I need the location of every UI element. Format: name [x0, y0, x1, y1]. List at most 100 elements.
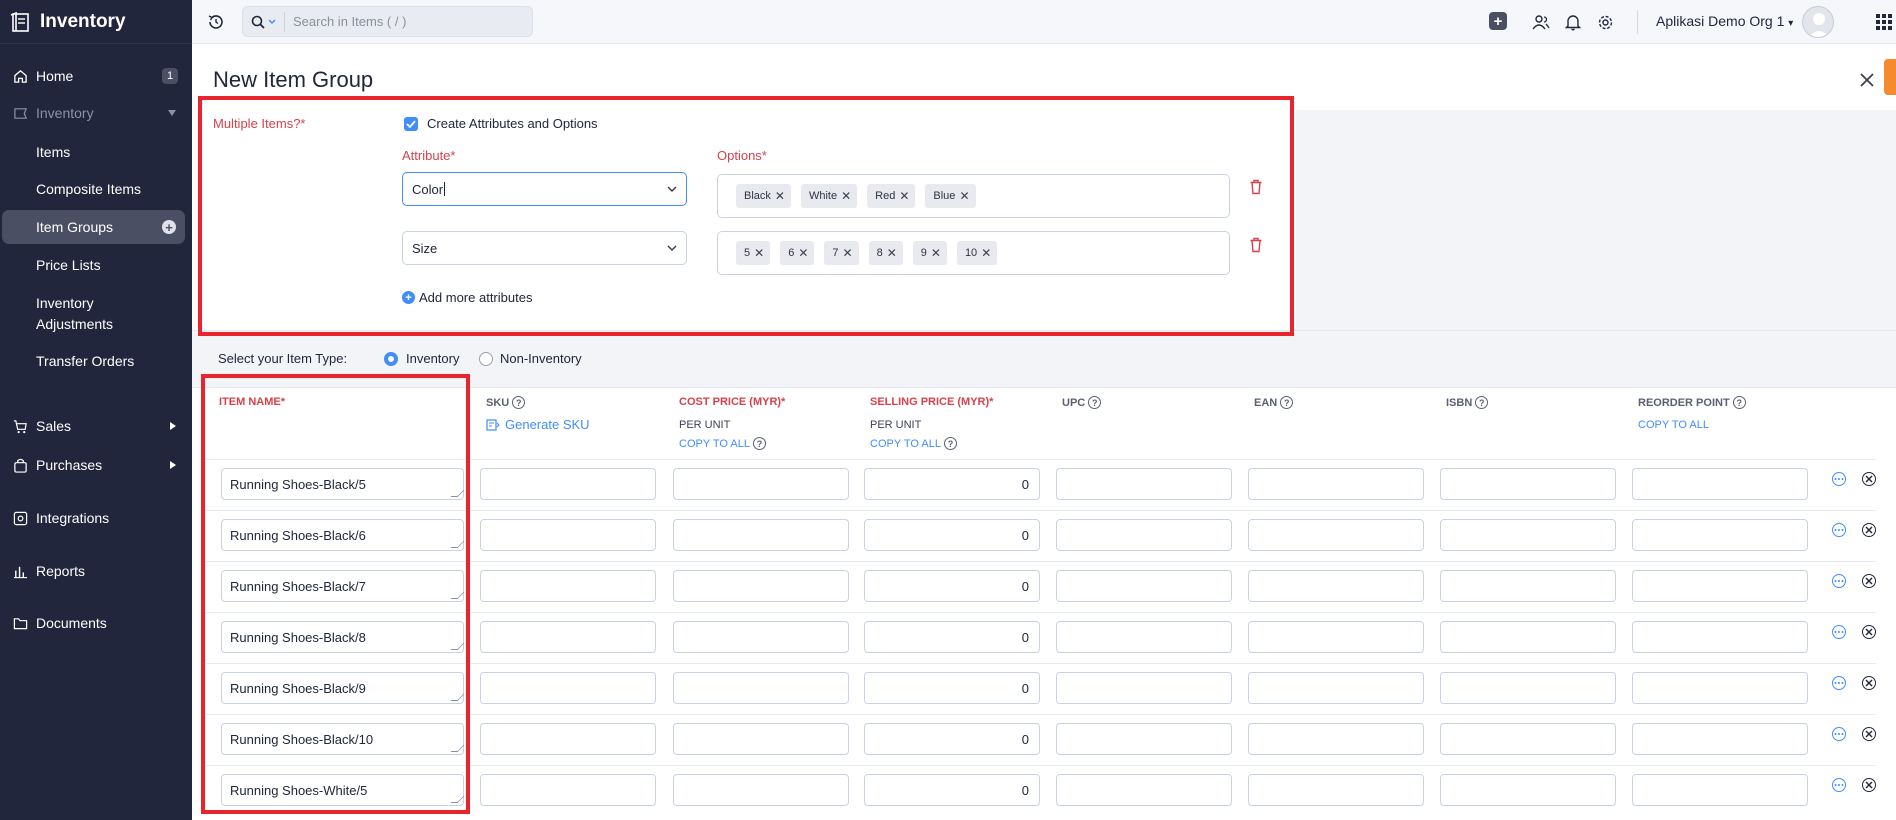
help-icon[interactable]: ? [1732, 396, 1746, 409]
avatar[interactable] [1802, 6, 1834, 38]
more-options-icon[interactable] [1832, 523, 1846, 537]
isbn-input[interactable] [1440, 468, 1616, 500]
close-icon[interactable] [1856, 69, 1878, 91]
remove-row-icon[interactable] [1862, 778, 1876, 792]
sidebar-item-transfer-orders[interactable]: Transfer Orders [0, 353, 192, 369]
search-icon[interactable] [251, 15, 276, 29]
reorder-copy-to-all[interactable]: COPY TO ALL [1638, 419, 1709, 431]
sidebar-item-items[interactable]: Items [0, 144, 192, 160]
cost-price-input[interactable] [673, 723, 849, 755]
selling-price-input[interactable]: 0 [864, 621, 1040, 653]
upc-input[interactable] [1056, 468, 1232, 500]
upc-input[interactable] [1056, 519, 1232, 551]
sku-input[interactable] [480, 621, 656, 653]
remove-row-icon[interactable] [1862, 472, 1876, 486]
help-icon[interactable]: ? [943, 437, 957, 450]
selling-price-input[interactable]: 0 [864, 723, 1040, 755]
ean-input[interactable] [1248, 774, 1424, 806]
generate-sku-button[interactable]: Generate SKU [486, 417, 590, 432]
isbn-input[interactable] [1440, 774, 1616, 806]
selling-copy-to-all[interactable]: COPY TO ALL? [870, 437, 957, 450]
sidebar-item-inventory-adjustments[interactable]: Inventory Adjustments [0, 295, 192, 332]
sku-input[interactable] [480, 468, 656, 500]
remove-row-icon[interactable] [1862, 727, 1876, 741]
reorder-point-input[interactable] [1632, 519, 1808, 551]
radio-non-inventory-label[interactable]: Non-Inventory [500, 351, 582, 366]
sidebar-item-composite-items[interactable]: Composite Items [0, 181, 192, 197]
isbn-input[interactable] [1440, 723, 1616, 755]
sidebar-item-documents[interactable]: Documents [0, 609, 192, 637]
gear-icon[interactable] [1595, 12, 1615, 32]
more-options-icon[interactable] [1832, 676, 1846, 690]
ean-input[interactable] [1248, 519, 1424, 551]
ean-input[interactable] [1248, 723, 1424, 755]
sidebar-item-sales[interactable]: Sales [0, 412, 192, 440]
sku-input[interactable] [480, 519, 656, 551]
upc-input[interactable] [1056, 570, 1232, 602]
radio-inventory[interactable] [384, 352, 398, 366]
cost-price-input[interactable] [673, 570, 849, 602]
cost-price-input[interactable] [673, 621, 849, 653]
more-options-icon[interactable] [1832, 574, 1846, 588]
help-tab[interactable] [1884, 59, 1896, 95]
upc-input[interactable] [1056, 723, 1232, 755]
sidebar-item-purchases[interactable]: Purchases [0, 451, 192, 479]
reorder-point-input[interactable] [1632, 774, 1808, 806]
help-icon[interactable]: ? [1088, 396, 1102, 409]
upc-input[interactable] [1056, 621, 1232, 653]
add-item-group-icon[interactable]: + [162, 220, 176, 234]
help-icon[interactable]: ? [1475, 396, 1489, 409]
selling-price-input[interactable]: 0 [864, 774, 1040, 806]
more-options-icon[interactable] [1832, 778, 1846, 792]
reorder-point-input[interactable] [1632, 621, 1808, 653]
cost-copy-to-all[interactable]: COPY TO ALL? [679, 437, 766, 450]
selling-price-input[interactable]: 0 [864, 519, 1040, 551]
isbn-input[interactable] [1440, 672, 1616, 704]
radio-inventory-label[interactable]: Inventory [406, 351, 459, 366]
reorder-point-input[interactable] [1632, 468, 1808, 500]
sidebar-item-price-lists[interactable]: Price Lists [0, 257, 192, 273]
upc-input[interactable] [1056, 774, 1232, 806]
help-icon[interactable]: ? [752, 437, 766, 450]
search-input[interactable]: Search in Items ( / ) [293, 14, 406, 29]
sku-input[interactable] [480, 774, 656, 806]
isbn-input[interactable] [1440, 570, 1616, 602]
bell-icon[interactable] [1563, 12, 1583, 32]
cost-price-input[interactable] [673, 468, 849, 500]
help-icon[interactable]: ? [1280, 396, 1294, 409]
cost-price-input[interactable] [673, 774, 849, 806]
radio-non-inventory[interactable] [479, 352, 493, 366]
sku-input[interactable] [480, 723, 656, 755]
upc-input[interactable] [1056, 672, 1232, 704]
sidebar-item-reports[interactable]: Reports [0, 557, 192, 585]
remove-row-icon[interactable] [1862, 523, 1876, 537]
help-icon[interactable]: ? [512, 396, 526, 409]
org-switcher[interactable]: Aplikasi Demo Org 1 ▾ [1656, 13, 1793, 29]
ean-input[interactable] [1248, 672, 1424, 704]
isbn-input[interactable] [1440, 519, 1616, 551]
remove-row-icon[interactable] [1862, 676, 1876, 690]
selling-price-input[interactable]: 0 [864, 468, 1040, 500]
more-options-icon[interactable] [1832, 727, 1846, 741]
more-options-icon[interactable] [1832, 625, 1846, 639]
remove-row-icon[interactable] [1862, 574, 1876, 588]
sidebar-item-inventory[interactable]: Inventory [0, 99, 192, 127]
sku-input[interactable] [480, 672, 656, 704]
sidebar-item-integrations[interactable]: Integrations [0, 504, 192, 532]
ean-input[interactable] [1248, 570, 1424, 602]
reorder-point-input[interactable] [1632, 723, 1808, 755]
search-bar[interactable]: Search in Items ( / ) [242, 6, 533, 37]
recent-history-icon[interactable] [206, 12, 226, 32]
remove-row-icon[interactable] [1862, 625, 1876, 639]
isbn-input[interactable] [1440, 621, 1616, 653]
quick-create-icon[interactable]: + [1489, 12, 1507, 30]
ean-input[interactable] [1248, 468, 1424, 500]
more-options-icon[interactable] [1832, 472, 1846, 486]
selling-price-input[interactable]: 0 [864, 672, 1040, 704]
reorder-point-input[interactable] [1632, 570, 1808, 602]
cost-price-input[interactable] [673, 519, 849, 551]
ean-input[interactable] [1248, 621, 1424, 653]
sidebar-item-home[interactable]: Home 1 [0, 62, 192, 90]
reorder-point-input[interactable] [1632, 672, 1808, 704]
sku-input[interactable] [480, 570, 656, 602]
